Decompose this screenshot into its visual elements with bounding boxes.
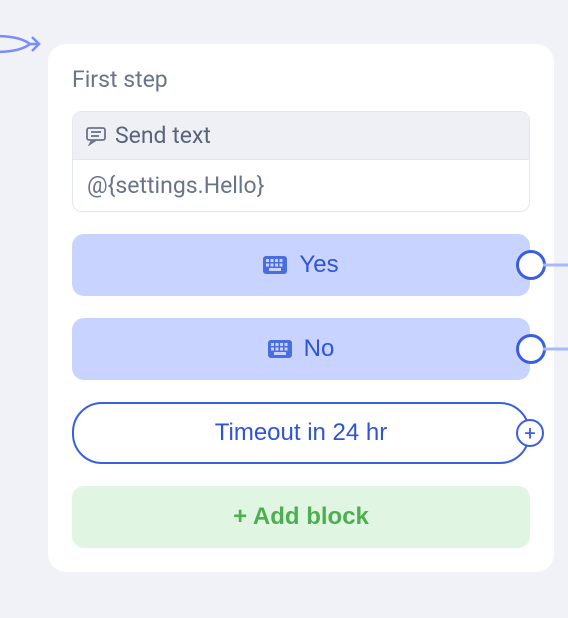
option-row-yes: Yes	[72, 234, 530, 296]
send-text-label: Send text	[115, 122, 211, 149]
add-block-label: + Add block	[233, 503, 369, 531]
send-text-block[interactable]: Send text @{settings.Hello}	[72, 111, 530, 212]
option-label: Yes	[299, 251, 338, 279]
option-button-no[interactable]: No	[72, 318, 530, 380]
incoming-connection-arrow	[0, 30, 50, 60]
timeout-button[interactable]: Timeout in 24 hr	[72, 402, 530, 464]
connector-handle-yes[interactable]	[516, 250, 546, 280]
timeout-row: Timeout in 24 hr +	[72, 402, 530, 464]
add-connector-button[interactable]: +	[516, 419, 544, 447]
keyboard-icon	[263, 256, 287, 274]
step-title: First step	[72, 66, 530, 93]
connector-line	[543, 264, 568, 267]
option-button-yes[interactable]: Yes	[72, 234, 530, 296]
step-card: First step Send text @{settings.Hello}	[48, 44, 554, 572]
send-text-value: @{settings.Hello}	[87, 172, 264, 199]
add-block-button[interactable]: + Add block	[72, 486, 530, 548]
send-text-body[interactable]: @{settings.Hello}	[73, 160, 529, 211]
chat-icon	[85, 126, 107, 146]
connector-line	[543, 348, 568, 351]
timeout-label: Timeout in 24 hr	[215, 419, 388, 447]
plus-icon: +	[524, 423, 535, 443]
send-text-header: Send text	[73, 112, 529, 160]
option-label: No	[304, 335, 335, 363]
keyboard-icon	[268, 340, 292, 358]
option-row-no: No	[72, 318, 530, 380]
connector-handle-no[interactable]	[516, 334, 546, 364]
